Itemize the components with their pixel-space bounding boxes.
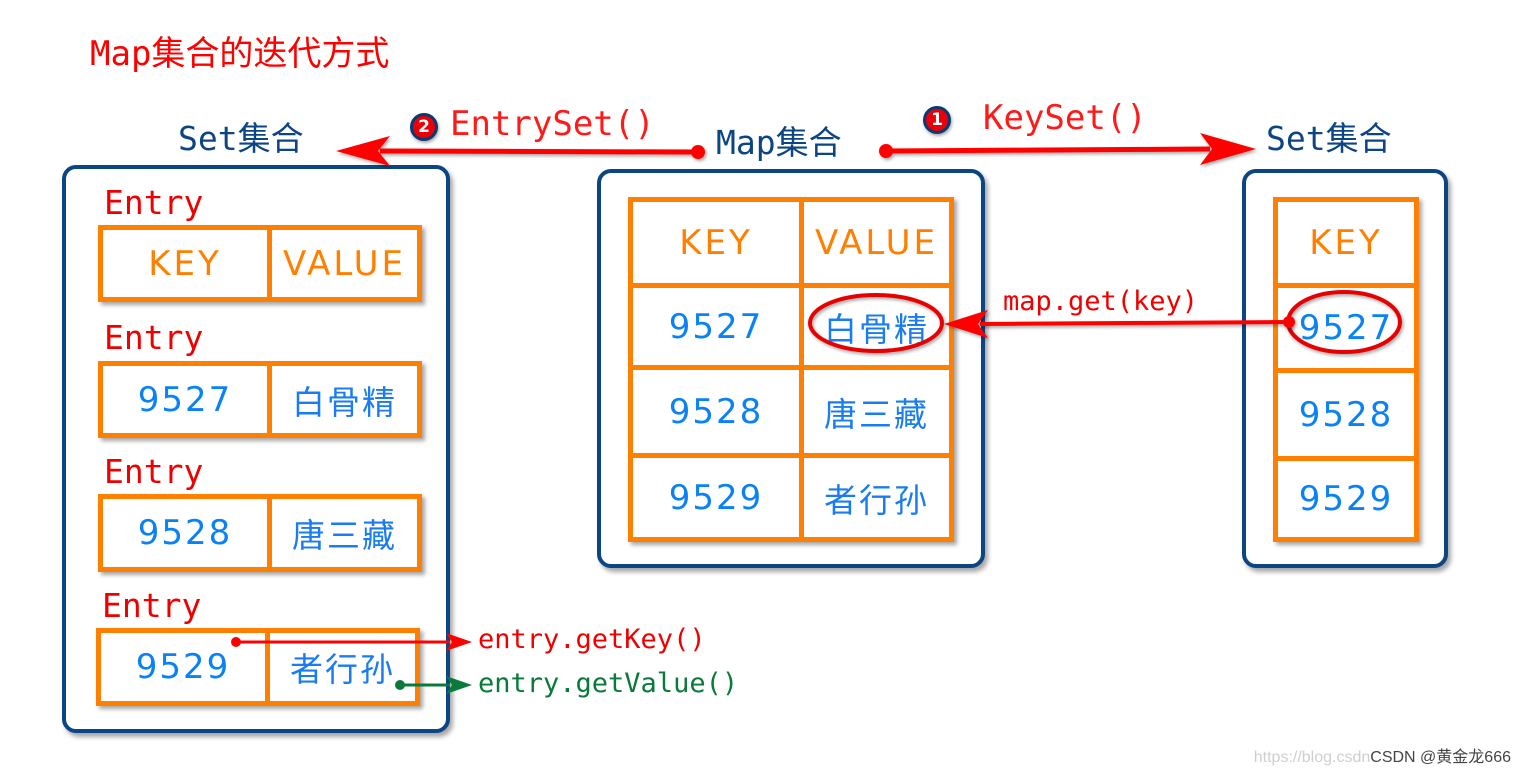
- key-set-header: KEY: [1309, 222, 1383, 263]
- step-2-badge: 2: [410, 113, 438, 141]
- map-row: 9528 唐三藏: [633, 365, 949, 453]
- map-get-label: map.get(key): [1003, 286, 1199, 317]
- get-value-label: entry.getValue(): [478, 668, 739, 699]
- key-set-cell: 9529: [1298, 479, 1394, 519]
- map-row: 9527 白骨精: [633, 283, 949, 365]
- entryset-method-label: EntrySet(): [450, 104, 655, 144]
- entry-box-9529: 9529 者行孙: [96, 628, 420, 706]
- map-key-cell: 9528: [668, 391, 764, 432]
- entry-box-9527: 9527 白骨精: [98, 361, 422, 438]
- entry-box-header: KEY VALUE: [98, 225, 422, 302]
- step-1-badge: 1: [923, 106, 951, 134]
- keyset-arrow-origin-dot: [879, 144, 893, 158]
- entry-label: Entry: [102, 586, 202, 625]
- key-set-row: 9528: [1278, 368, 1414, 456]
- map-key-header: KEY: [679, 222, 753, 263]
- key-set-label: Set集合: [1266, 119, 1392, 158]
- entry-key-cell: 9528: [137, 513, 233, 553]
- map-header-row: KEY VALUE: [633, 202, 949, 283]
- entry-value-cell: 白骨精: [267, 366, 417, 433]
- key-set-table: KEY 9527 9528 9529: [1273, 197, 1419, 542]
- map-value-cell: 白骨精: [799, 288, 949, 365]
- key-set-row: 9527: [1278, 283, 1414, 368]
- entry-value-cell: VALUE: [267, 230, 417, 297]
- entry-key-cell: 9529: [135, 647, 231, 687]
- watermark: https://blog.csdnCSDN @黄金龙666: [1254, 743, 1511, 767]
- map-label: Map集合: [716, 123, 842, 162]
- map-value-cell: 唐三藏: [799, 370, 949, 453]
- watermark-url: https://blog.csdn: [1253, 749, 1371, 766]
- diagram-title: Map集合的迭代方式: [90, 34, 390, 74]
- entry-label: Entry: [104, 183, 204, 222]
- entry-value-cell: 唐三藏: [267, 499, 417, 567]
- entry-value-cell: 者行孙: [265, 633, 415, 701]
- entry-label: Entry: [104, 452, 204, 491]
- entry-key-cell: 9527: [137, 379, 233, 420]
- map-table: KEY VALUE 9527 白骨精 9528 唐三藏 9529 者行孙: [628, 197, 954, 542]
- step-1-number: 1: [931, 110, 943, 130]
- key-set-header-row: KEY: [1278, 202, 1414, 283]
- map-value-cell: 者行孙: [799, 458, 949, 537]
- map-key-cell: 9529: [668, 477, 764, 518]
- entryset-arrow-origin-dot: [691, 145, 705, 159]
- get-key-label: entry.getKey(): [478, 624, 706, 655]
- entry-box-9528: 9528 唐三藏: [98, 494, 422, 572]
- map-key-cell: 9527: [668, 306, 764, 347]
- key-set-row: 9529: [1278, 456, 1414, 537]
- map-row: 9529 者行孙: [633, 453, 949, 537]
- key-set-cell: 9528: [1298, 394, 1394, 435]
- map-value-header: VALUE: [799, 202, 949, 283]
- key-set-cell: 9527: [1298, 308, 1394, 348]
- step-2-number: 2: [418, 117, 430, 137]
- watermark-text: CSDN @黄金龙666: [1370, 749, 1511, 766]
- entry-set-label: Set集合: [178, 119, 304, 158]
- entry-label: Entry: [104, 318, 204, 357]
- keyset-method-label: KeySet(): [983, 98, 1147, 138]
- entry-key-cell: KEY: [148, 243, 222, 284]
